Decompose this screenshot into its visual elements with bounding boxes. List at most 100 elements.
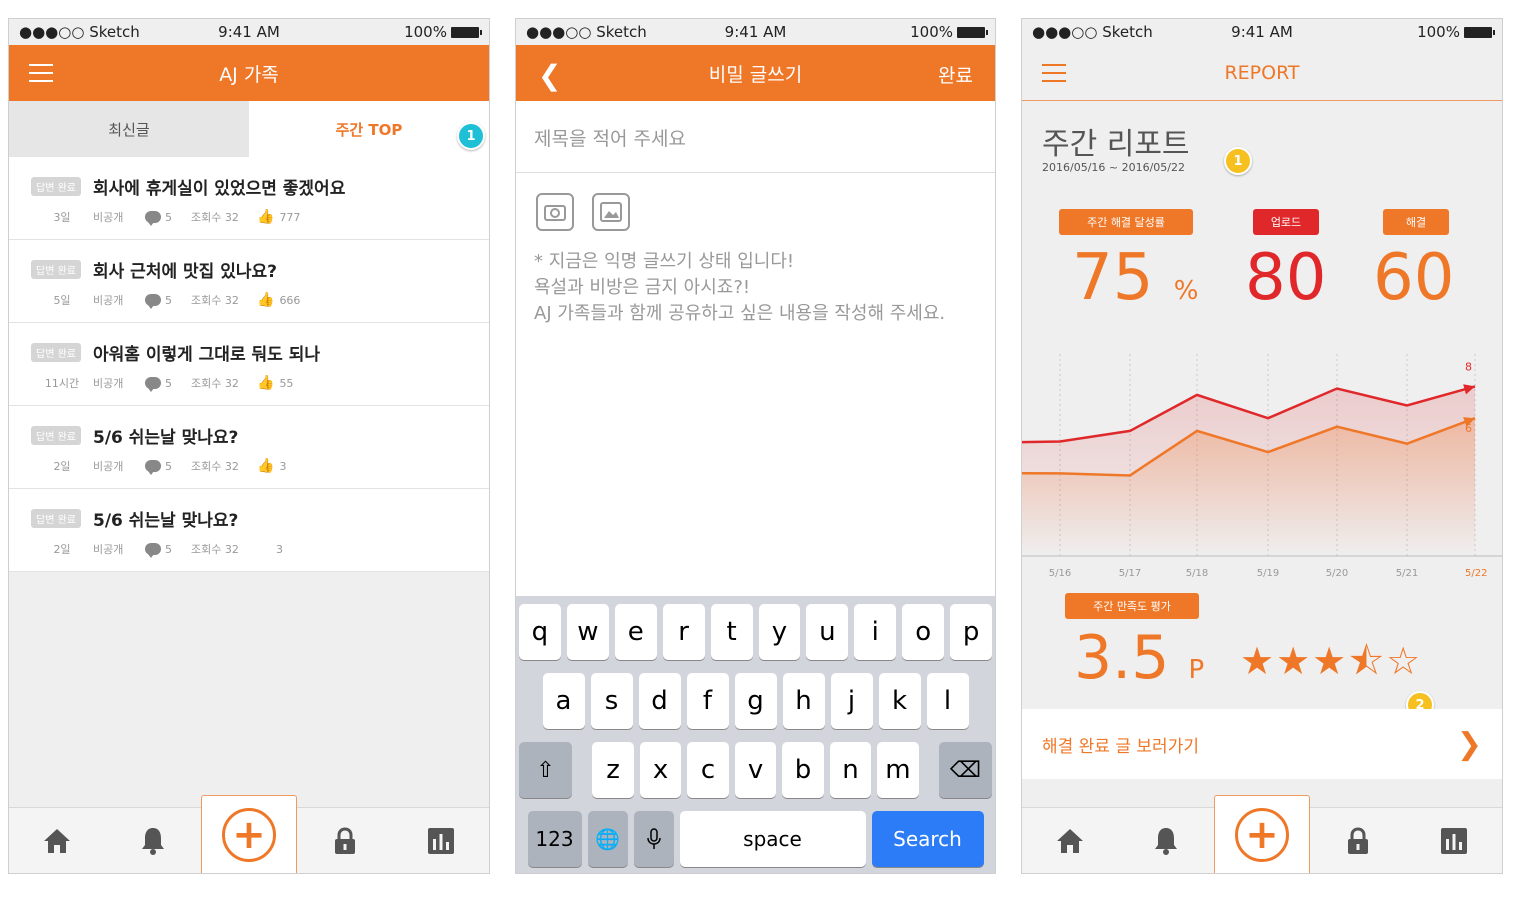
microphone-icon: [646, 828, 661, 849]
key-f[interactable]: f: [686, 673, 729, 729]
backspace-key[interactable]: ⌫: [938, 742, 993, 798]
comment-icon: [145, 211, 161, 226]
nav-home[interactable]: [1022, 808, 1118, 873]
like-count: 👍 777: [257, 209, 301, 225]
weekly-line-chart: 8 6 5/16 5/17 5/18 5/19 5/20 5/21 5/22: [1022, 334, 1502, 584]
view-count: 조회수 32: [191, 377, 239, 390]
write-button[interactable]: +: [1214, 795, 1310, 873]
clock: 9:41 AM: [1231, 23, 1293, 41]
mic-key[interactable]: [633, 811, 674, 867]
report-date-range: 2016/05/16 ~ 2016/05/22: [1042, 161, 1186, 174]
key-q[interactable]: q: [518, 604, 561, 660]
tab-weekly-top[interactable]: 주간 TOP: [249, 101, 489, 157]
list-item[interactable]: 답변 완료 5/6 쉬는날 맞나요? 2일 비공개 5 조회수 32 3: [9, 489, 489, 572]
key-r[interactable]: r: [662, 604, 705, 660]
key-k[interactable]: k: [878, 673, 921, 729]
nav-secret[interactable]: [297, 808, 393, 873]
globe-key[interactable]: 🌐: [587, 811, 628, 867]
key-y[interactable]: y: [758, 604, 801, 660]
shift-icon: ⇧: [536, 757, 555, 783]
key-i[interactable]: i: [854, 604, 897, 660]
list-item[interactable]: 답변 완료 5/6 쉬는날 맞나요? 2일 비공개 5 조회수 32 👍 3: [9, 406, 489, 489]
tab-latest[interactable]: 최신글: [9, 101, 249, 157]
key-u[interactable]: u: [806, 604, 849, 660]
home-icon: [44, 828, 70, 853]
back-chevron-icon[interactable]: ❮: [538, 59, 561, 92]
key-x[interactable]: x: [639, 742, 682, 798]
list-item[interactable]: 답변 완료 회사에 휴게실이 있었으면 좋겠어요 3일 비공개 5 조회수 32 👍 777: [9, 157, 489, 240]
write-button[interactable]: +: [201, 795, 297, 873]
key-a[interactable]: a: [542, 673, 585, 729]
x-tick-label: 5/18: [1186, 568, 1208, 579]
comment-icon: [145, 543, 161, 558]
metric-label-solved: 해결: [1383, 209, 1449, 235]
post-age: 3일: [53, 211, 71, 224]
done-button[interactable]: 완료: [938, 61, 973, 88]
app-title: AJ 가족: [219, 63, 279, 86]
nav-home[interactable]: [9, 808, 105, 873]
key-s[interactable]: s: [590, 673, 633, 729]
key-t[interactable]: t: [710, 604, 753, 660]
key-w[interactable]: w: [566, 604, 609, 660]
post-age: 5일: [53, 294, 71, 307]
x-tick-label: 5/20: [1326, 568, 1348, 579]
comment-count: 5: [145, 211, 191, 226]
key-d[interactable]: d: [638, 673, 681, 729]
shift-key[interactable]: ⇧: [518, 742, 573, 798]
comment-icon: [145, 294, 161, 309]
nav-secret[interactable]: [1310, 808, 1406, 873]
app-title: REPORT: [1224, 61, 1300, 84]
menu-icon[interactable]: [1042, 64, 1066, 82]
menu-icon[interactable]: [29, 64, 53, 82]
list-item[interactable]: 답변 완료 회사 근처에 맛집 있나요? 5일 비공개 5 조회수 32 👍 666: [9, 240, 489, 323]
title-input[interactable]: 제목을 적어 주세요: [516, 101, 995, 173]
bottom-nav: +: [1022, 795, 1502, 873]
key-b[interactable]: b: [782, 742, 824, 798]
key-c[interactable]: c: [687, 742, 729, 798]
bar-chart-icon: [1441, 827, 1467, 854]
annotation-badge-1: 1: [1224, 147, 1252, 175]
camera-button[interactable]: [536, 193, 574, 231]
gallery-button[interactable]: [592, 193, 630, 231]
nav-notifications[interactable]: [105, 808, 201, 873]
key-n[interactable]: n: [829, 742, 872, 798]
carrier: ●●●○○ Sketch: [19, 23, 140, 41]
comment-count: 5: [145, 460, 191, 475]
numbers-key[interactable]: 123: [527, 811, 582, 867]
status-bar: ●●●○○ Sketch 9:41 AM 100%: [516, 19, 995, 45]
search-key[interactable]: Search: [871, 811, 984, 867]
battery: 100%: [326, 23, 482, 41]
carrier: ●●●○○ Sketch: [526, 23, 647, 41]
series-end-label: 8: [1465, 360, 1472, 373]
nav-report[interactable]: [1406, 808, 1502, 873]
key-p[interactable]: p: [950, 604, 993, 660]
body-textarea[interactable]: * 지금은 익명 글쓰기 상태 입니다! 욕설과 비방은 금지 아시죠?! AJ…: [516, 173, 995, 596]
post-title: 아워홈 이렇게 그대로 둬도 되나: [92, 345, 320, 365]
thumbs-up-icon: 👍: [257, 292, 275, 308]
nav-report[interactable]: [393, 808, 489, 873]
answered-tag: 답변 완료: [31, 509, 81, 528]
key-v[interactable]: v: [734, 742, 777, 798]
like-count: 3: [276, 542, 283, 556]
key-g[interactable]: g: [734, 673, 777, 729]
phone-screen-compose: ●●●○○ Sketch 9:41 AM 100% ❮ 비밀 글쓰기 완료 제목…: [515, 18, 996, 874]
key-l[interactable]: l: [926, 673, 969, 729]
status-bar: ●●●○○ Sketch 9:41 AM 100%: [9, 19, 489, 45]
nav-notifications[interactable]: [1118, 808, 1214, 873]
post-privacy: 비공개: [93, 543, 124, 556]
space-key[interactable]: space: [679, 811, 866, 867]
app-title: 비밀 글쓰기: [708, 63, 803, 86]
solved-posts-link[interactable]: 해결 완료 글 보러가기 ❯: [1022, 709, 1502, 779]
onscreen-keyboard: q w e r t y u i o p a s d f g h j k l ⇧ …: [516, 596, 995, 873]
globe-icon: 🌐: [595, 827, 620, 851]
key-h[interactable]: h: [782, 673, 825, 729]
key-z[interactable]: z: [592, 742, 634, 798]
key-o[interactable]: o: [902, 604, 945, 660]
key-m[interactable]: m: [877, 742, 919, 798]
list-item[interactable]: 답변 완료 아워홈 이렇게 그대로 둬도 되나 11시간 비공개 5 조회수 32 👍 55: [9, 323, 489, 406]
key-e[interactable]: e: [614, 604, 657, 660]
like-count: 👍 55: [257, 375, 294, 391]
key-j[interactable]: j: [830, 673, 873, 729]
star-rating: ★★★⯪☆: [1240, 639, 1423, 683]
like-count: 👍 3: [257, 458, 287, 474]
